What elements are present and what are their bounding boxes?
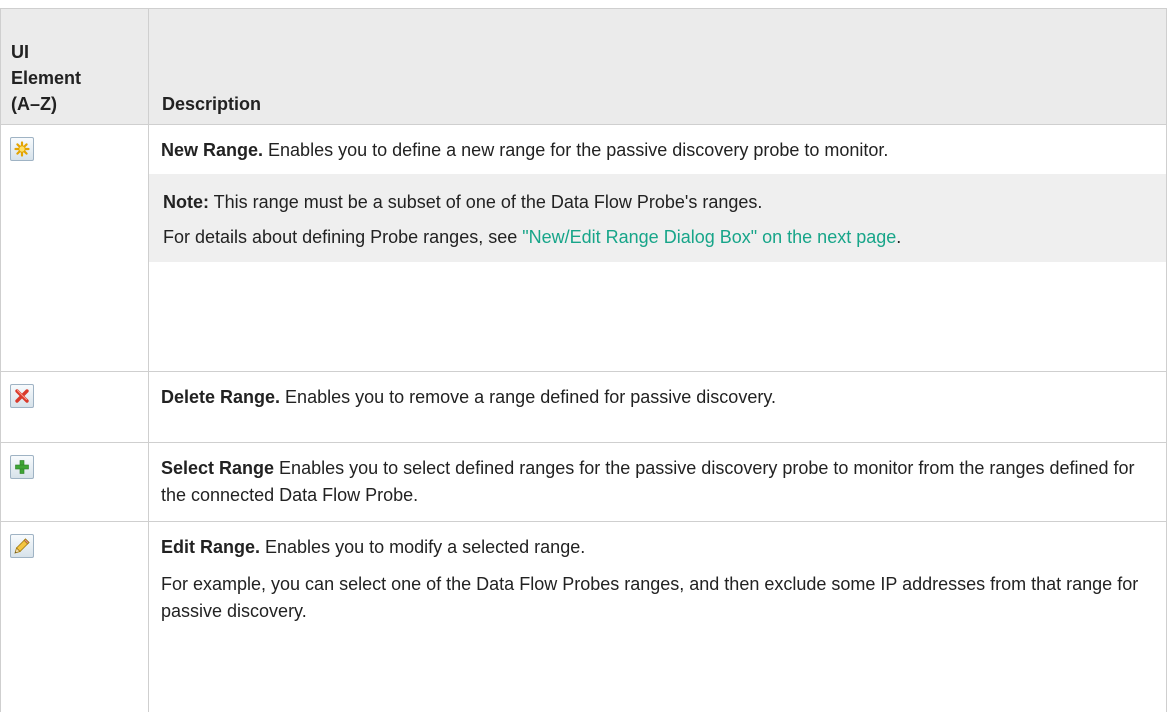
row-term: Edit Range. bbox=[161, 537, 261, 557]
note-text: Note: This range must be a subset of one… bbox=[163, 190, 1153, 215]
note-box: Note: This range must be a subset of one… bbox=[149, 174, 1167, 262]
table-header-row: UI Element (A–Z) Description bbox=[0, 8, 1167, 125]
header-ui-element: UI Element (A–Z) bbox=[0, 8, 149, 125]
new-edit-range-link[interactable]: "New/Edit Range Dialog Box" on the next … bbox=[522, 227, 896, 247]
row-description: New Range. Enables you to define a new r… bbox=[161, 137, 1154, 164]
row-term: New Range. bbox=[161, 140, 264, 160]
header-description: Description bbox=[148, 8, 1167, 125]
icon-cell bbox=[0, 521, 149, 712]
table-row: Edit Range. Enables you to modify a sele… bbox=[0, 521, 1167, 712]
row-term: Select Range bbox=[161, 458, 275, 478]
add-plus-icon[interactable] bbox=[10, 455, 34, 479]
note-details: For details about defining Probe ranges,… bbox=[163, 225, 1153, 250]
icon-cell bbox=[0, 371, 149, 443]
edit-pencil-icon[interactable] bbox=[10, 534, 34, 558]
note-label: Note: bbox=[163, 192, 209, 212]
delete-x-icon[interactable] bbox=[10, 384, 34, 408]
ui-elements-table: UI Element (A–Z) Description New Range. … bbox=[0, 8, 1167, 712]
description-cell: Select Range Enables you to select defin… bbox=[148, 442, 1167, 522]
header-ui-element-line-2: Element bbox=[11, 68, 82, 88]
table-row: Delete Range. Enables you to remove a ra… bbox=[0, 371, 1167, 443]
table-row: Select Range Enables you to select defin… bbox=[0, 442, 1167, 522]
row-text: Enables you to select defined ranges for… bbox=[161, 458, 1135, 505]
row-description: Edit Range. Enables you to modify a sele… bbox=[161, 534, 1154, 561]
row-text: Enables you to modify a selected range. bbox=[260, 537, 586, 557]
table-row: New Range. Enables you to define a new r… bbox=[0, 124, 1167, 372]
row-description: Delete Range. Enables you to remove a ra… bbox=[161, 384, 1154, 411]
row-extra-text: For example, you can select one of the D… bbox=[161, 574, 1139, 621]
row-text: Enables you to define a new range for th… bbox=[263, 140, 889, 160]
icon-cell bbox=[0, 442, 149, 522]
header-ui-element-line-1: UI bbox=[11, 42, 29, 62]
row-text: Enables you to remove a range defined fo… bbox=[280, 387, 776, 407]
description-cell: New Range. Enables you to define a new r… bbox=[148, 124, 1167, 372]
description-cell: Edit Range. Enables you to modify a sele… bbox=[148, 521, 1167, 712]
note-details-prefix: For details about defining Probe ranges,… bbox=[163, 227, 523, 247]
header-ui-element-line-3: (A–Z) bbox=[11, 94, 57, 114]
new-star-icon[interactable] bbox=[10, 137, 34, 161]
description-cell: Delete Range. Enables you to remove a ra… bbox=[148, 371, 1167, 443]
note-details-suffix: . bbox=[896, 227, 902, 247]
note-body: This range must be a subset of one of th… bbox=[209, 192, 763, 212]
row-description: Select Range Enables you to select defin… bbox=[161, 455, 1154, 509]
row-term: Delete Range. bbox=[161, 387, 281, 407]
icon-cell bbox=[0, 124, 149, 372]
